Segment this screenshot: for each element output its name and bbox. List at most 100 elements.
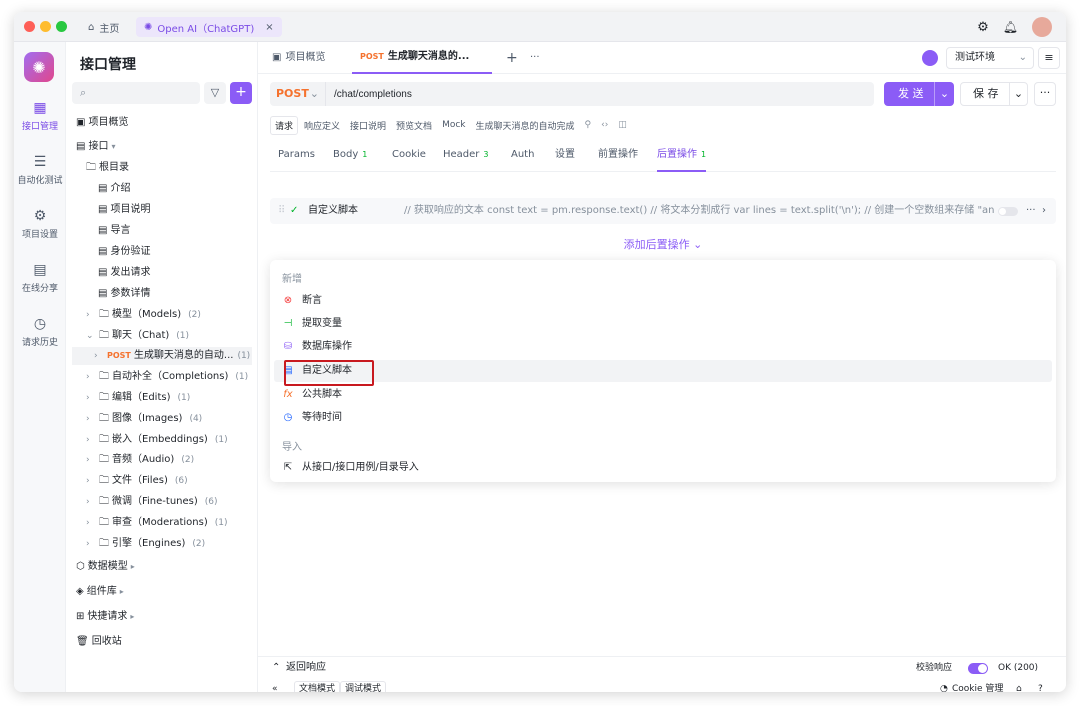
app-logo-icon[interactable]: ✺ — [24, 52, 54, 82]
subtab-mock[interactable]: Mock — [438, 118, 469, 132]
post-action-script-row[interactable]: ⠿ ✓ 自定义脚本 // 获取响应的文本 const text = pm.res… — [270, 198, 1056, 224]
tree-folder-files[interactable]: › 🗀︎ 文件（Files) (6) — [86, 472, 188, 490]
tree-folder-edits[interactable]: › 🗀︎ 编辑（Edits) (1) — [86, 389, 190, 407]
tree-item-doc[interactable]: ▤ 发出请求 — [98, 264, 150, 282]
response-status-select[interactable]: OK (200) — [998, 657, 1038, 679]
tree-folder-moderations[interactable]: › 🗀︎ 审查（Moderations) (1) — [86, 514, 228, 532]
tree-section-components[interactable]: ◈ 组件库 ▸ — [76, 583, 124, 601]
tabs-more-button[interactable]: ··· — [522, 42, 548, 74]
tree-item-doc[interactable]: ▤ 介绍 — [98, 180, 130, 198]
tree-section-quick-request[interactable]: ⊞ 快捷请求 ▸ — [76, 608, 134, 626]
send-button[interactable]: 发 送 ⌄ — [884, 82, 954, 106]
tab-current-api[interactable]: POST 生成聊天消息的... — [352, 42, 492, 74]
subtab-preview-doc[interactable]: 预览文档 — [392, 117, 436, 134]
tab-header[interactable]: Header 3 — [443, 144, 489, 172]
script-enable-toggle[interactable] — [998, 207, 1018, 216]
tree-folder-images[interactable]: › 🗀︎ 图像（Images) (4) — [86, 410, 202, 428]
settings-icon[interactable]: ⚙ — [977, 20, 989, 35]
tab-params[interactable]: Params — [278, 144, 315, 172]
tree-item-doc[interactable]: ▤ 导言 — [98, 222, 130, 240]
import-icon: ⇱ — [283, 462, 293, 473]
nav-automation-test[interactable]: ☰ 自动化测试 — [14, 154, 66, 186]
tree-search[interactable]: ⌕ — [72, 82, 200, 104]
avatar[interactable] — [1032, 17, 1052, 37]
tab-project-overview[interactable]: ▣ 项目概览 — [264, 42, 333, 74]
script-code-preview: // 获取响应的文本 const text = pm.response.text… — [404, 205, 994, 216]
close-window-button[interactable] — [24, 21, 35, 32]
tree-folder-embeddings[interactable]: › 🗀︎ 嵌入（Embeddings) (1) — [86, 431, 228, 449]
env-sync-icon[interactable] — [922, 50, 938, 66]
dropdown-item-database[interactable]: ⛁ 数据库操作 — [274, 336, 1052, 358]
maximize-window-button[interactable] — [56, 21, 67, 32]
tree-folder-engines[interactable]: › 🗀︎ 引擎（Engines) (2) — [86, 535, 205, 553]
save-button[interactable]: 保 存 ⌄ — [960, 82, 1028, 106]
tab-auth[interactable]: Auth — [511, 144, 534, 172]
tree-folder-models[interactable]: › 🗀︎ 模型（Models) (2) — [86, 306, 201, 324]
debug-mode-button[interactable]: 调试模式 — [340, 681, 387, 692]
response-toggle-label[interactable]: 返回响应 — [286, 657, 326, 679]
tab-pre-actions[interactable]: 前置操作 — [598, 144, 638, 172]
filter-button[interactable]: ▽ — [204, 82, 226, 104]
collapse-icon[interactable]: « — [272, 678, 278, 692]
drag-handle-icon[interactable]: ⠿ — [278, 198, 285, 224]
tree-folder-chat[interactable]: ⌄ 🗀︎ 聊天（Chat) (1) — [86, 327, 189, 345]
bell-icon[interactable]: 🔔︎ — [1003, 20, 1018, 34]
tree-item-label: 引擎（Engines) — [112, 538, 186, 549]
tree-item-doc[interactable]: ▤ 项目说明 — [98, 201, 150, 219]
close-tab-icon[interactable]: × — [265, 22, 273, 33]
tree-folder-audio[interactable]: › 🗀︎ 音频（Audio) (2) — [86, 451, 194, 469]
url-input[interactable] — [334, 85, 854, 103]
tree-item-api[interactable]: ▤ 接口 ▾ — [76, 138, 115, 156]
tree-folder-completions[interactable]: › 🗀︎ 自动补全（Completions) (1) — [86, 368, 248, 386]
chevron-down-icon[interactable]: ⌄ — [1009, 83, 1027, 105]
home-tab[interactable]: ⌂ 主页 — [80, 17, 127, 37]
chevron-up-icon[interactable]: ⌃ — [272, 657, 280, 679]
minimize-window-button[interactable] — [40, 21, 51, 32]
tree-folder-fine-tunes[interactable]: › 🗀︎ 微调（Fine-tunes) (6) — [86, 493, 218, 511]
tree-item-root[interactable]: 🗀︎ 根目录 — [86, 159, 129, 177]
tab-cookie[interactable]: Cookie — [392, 144, 426, 172]
chevron-right-icon[interactable]: › — [1042, 198, 1046, 224]
more-options-button[interactable]: ··· — [1034, 82, 1056, 106]
link-icon[interactable]: ⚲ — [581, 118, 596, 132]
tab-settings[interactable]: 设置 — [555, 144, 575, 172]
dropdown-item-import[interactable]: ⇱ 从接口/接口用例/目录导入 — [274, 457, 1052, 479]
dropdown-item-extract-variable[interactable]: ⊣ 提取变量 — [274, 313, 1052, 335]
method-select[interactable]: POST ⌄ — [270, 82, 326, 106]
doc-mode-button[interactable]: 文档模式 — [294, 681, 341, 692]
subtab-request[interactable]: 请求 — [270, 115, 299, 135]
dropdown-item-custom-script[interactable]: ▤ 自定义脚本 — [274, 360, 1052, 382]
project-tab[interactable]: ✺ Open AI（ChatGPT) × — [136, 17, 282, 37]
nav-api-management[interactable]: ▦ 接口管理 — [14, 100, 66, 132]
dropdown-item-public-script[interactable]: fx 公共脚本 — [274, 384, 1052, 406]
folder-icon: 🗀︎ — [99, 538, 109, 549]
nav-request-history[interactable]: ◷ 请求历史 — [14, 316, 66, 348]
tree-section-trash[interactable]: 🗑︎ 回收站 — [76, 633, 122, 651]
cookie-manager-button[interactable]: Cookie 管理 — [952, 678, 1003, 692]
panel-icon[interactable]: ◫ — [614, 118, 631, 132]
chevron-down-icon[interactable]: ⌄ — [934, 82, 954, 106]
dropdown-item-wait-time[interactable]: ◷ 等待时间 — [274, 407, 1052, 429]
environment-select[interactable]: 测试环境 ⌄ — [946, 47, 1034, 69]
tab-body[interactable]: Body 1 — [333, 144, 367, 172]
shirt-icon[interactable]: ⌂ — [1016, 678, 1022, 692]
tree-section-data-models[interactable]: ⬡ 数据模型 ▸ — [76, 558, 135, 576]
tree-item-doc[interactable]: ▤ 身份验证 — [98, 243, 150, 261]
help-icon[interactable]: ? — [1038, 678, 1043, 692]
dropdown-item-assert[interactable]: ⊗ 断言 — [274, 290, 1052, 312]
hamburger-menu-icon[interactable]: ≡ — [1038, 47, 1060, 69]
tab-post-actions[interactable]: 后置操作 1 — [657, 144, 707, 172]
subtab-response-def[interactable]: 响应定义 — [300, 117, 344, 134]
tree-search-input[interactable] — [94, 84, 194, 102]
subtab-api-desc[interactable]: 接口说明 — [346, 117, 390, 134]
tree-item-selected-api[interactable]: › POST 生成聊天消息的自动... (1) — [72, 347, 252, 365]
more-icon[interactable]: ··· — [1026, 198, 1036, 224]
tree-item-doc[interactable]: ▤ 参数详情 — [98, 285, 150, 303]
verify-response-toggle[interactable] — [968, 663, 988, 674]
nav-online-share[interactable]: ▤ 在线分享 — [14, 262, 66, 294]
code-icon[interactable]: ‹› — [597, 118, 612, 132]
add-button[interactable]: + — [230, 82, 252, 104]
nav-project-settings[interactable]: ⚙ 项目设置 — [14, 208, 66, 240]
tree-item-overview[interactable]: ▣ 项目概览 — [76, 114, 128, 132]
add-post-action-button[interactable]: 添加后置操作 ⌄ — [270, 232, 1056, 258]
